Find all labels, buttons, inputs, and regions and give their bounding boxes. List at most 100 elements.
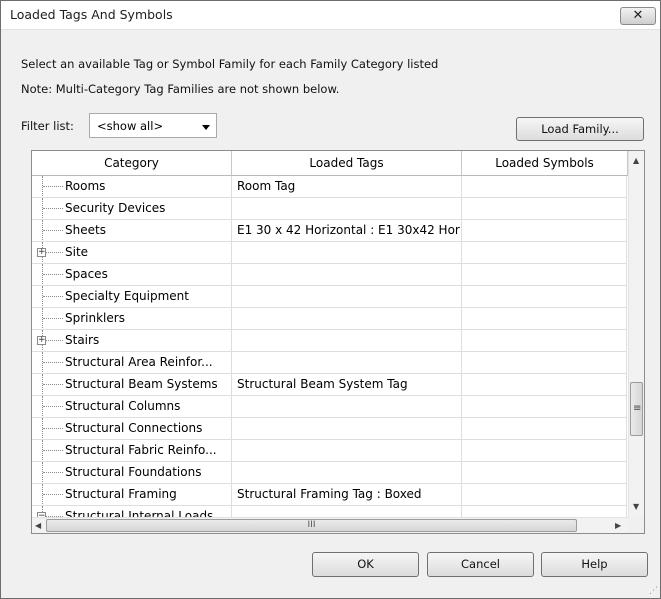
loaded-tags-cell[interactable] bbox=[232, 286, 462, 307]
ok-button[interactable]: OK bbox=[312, 552, 419, 577]
help-label: Help bbox=[581, 557, 608, 571]
category-label: Specialty Equipment bbox=[65, 289, 189, 303]
category-table: Category Loaded Tags Loaded Symbols Room… bbox=[31, 150, 645, 534]
loaded-symbols-cell[interactable] bbox=[462, 176, 627, 197]
dialog-title: Loaded Tags And Symbols bbox=[10, 7, 173, 22]
loaded-tags-cell[interactable] bbox=[232, 242, 462, 263]
loaded-tags-cell[interactable] bbox=[232, 308, 462, 329]
category-cell[interactable]: + Stairs bbox=[32, 330, 232, 351]
loaded-tags-cell[interactable]: Structural Framing Tag : Boxed bbox=[232, 484, 462, 505]
category-label: Spaces bbox=[65, 267, 108, 281]
loaded-symbols-cell[interactable] bbox=[462, 308, 627, 329]
table-row[interactable]: + Site bbox=[32, 242, 627, 264]
horizontal-scrollbar[interactable]: ◀ III ▶ bbox=[32, 517, 628, 533]
category-cell[interactable]: Structural Columns bbox=[32, 396, 232, 417]
loaded-symbols-cell[interactable] bbox=[462, 220, 627, 241]
loaded-symbols-cell[interactable] bbox=[462, 462, 627, 483]
loaded-tags-cell[interactable] bbox=[232, 440, 462, 461]
loaded-tags-cell[interactable] bbox=[232, 330, 462, 351]
table-row[interactable]: Security Devices bbox=[32, 198, 627, 220]
loaded-tags-cell[interactable] bbox=[232, 418, 462, 439]
vertical-scrollbar[interactable]: ▲ ≡ ▼ bbox=[628, 151, 644, 517]
tree-branch bbox=[43, 186, 63, 187]
category-label: Security Devices bbox=[65, 201, 166, 215]
category-cell[interactable]: + Site bbox=[32, 242, 232, 263]
loaded-symbols-cell[interactable] bbox=[462, 198, 627, 219]
loaded-symbols-cell[interactable] bbox=[462, 418, 627, 439]
loaded-symbols-cell[interactable] bbox=[462, 484, 627, 505]
category-cell[interactable]: Structural Foundations bbox=[32, 462, 232, 483]
loaded-tags-cell[interactable] bbox=[232, 198, 462, 219]
category-cell[interactable]: Rooms bbox=[32, 176, 232, 197]
table-row[interactable]: Structural Connections bbox=[32, 418, 627, 440]
table-row[interactable]: Structural Foundations bbox=[32, 462, 627, 484]
category-cell[interactable]: Sheets bbox=[32, 220, 232, 241]
category-cell[interactable]: Structural Area Reinfor... bbox=[32, 352, 232, 373]
category-label: Sprinklers bbox=[65, 311, 125, 325]
cancel-label: Cancel bbox=[461, 557, 500, 571]
horizontal-scroll-thumb[interactable]: III bbox=[46, 519, 577, 532]
table-row[interactable]: + Stairs bbox=[32, 330, 627, 352]
table-row[interactable]: Structural Fabric Reinfo... bbox=[32, 440, 627, 462]
table-row[interactable]: Structural Beam Systems Structural Beam S… bbox=[32, 374, 627, 396]
table-row[interactable]: Sprinklers bbox=[32, 308, 627, 330]
load-family-button[interactable]: Load Family... bbox=[516, 117, 644, 141]
tree-branch bbox=[43, 318, 63, 319]
table-row[interactable]: Structural Area Reinfor... bbox=[32, 352, 627, 374]
expand-icon[interactable]: + bbox=[37, 248, 46, 257]
tree-branch bbox=[43, 208, 63, 209]
tree-branch bbox=[43, 384, 63, 385]
loaded-tags-cell[interactable] bbox=[232, 352, 462, 373]
column-header-category[interactable]: Category bbox=[32, 151, 232, 176]
loaded-tags-cell[interactable] bbox=[232, 264, 462, 285]
table-row[interactable]: Sheets E1 30 x 42 Horizontal : E1 30x42 H… bbox=[32, 220, 627, 242]
vertical-scroll-thumb[interactable]: ≡ bbox=[630, 382, 643, 436]
category-label: Structural Area Reinfor... bbox=[65, 355, 213, 369]
loaded-tags-cell[interactable]: Room Tag bbox=[232, 176, 462, 197]
loaded-symbols-cell[interactable] bbox=[462, 440, 627, 461]
loaded-symbols-cell[interactable] bbox=[462, 396, 627, 417]
category-cell[interactable]: Structural Beam Systems bbox=[32, 374, 232, 395]
loaded-tags-cell[interactable]: Structural Beam System Tag bbox=[232, 374, 462, 395]
table-row[interactable]: Specialty Equipment bbox=[32, 286, 627, 308]
category-label: Structural Columns bbox=[65, 399, 181, 413]
category-cell[interactable]: Security Devices bbox=[32, 198, 232, 219]
category-cell[interactable]: Spaces bbox=[32, 264, 232, 285]
scroll-up-icon[interactable]: ▲ bbox=[633, 156, 639, 165]
category-cell[interactable]: Structural Connections bbox=[32, 418, 232, 439]
cancel-button[interactable]: Cancel bbox=[427, 552, 534, 577]
scrollbar-corner bbox=[628, 517, 644, 533]
loaded-symbols-cell[interactable] bbox=[462, 264, 627, 285]
category-cell[interactable]: Structural Framing bbox=[32, 484, 232, 505]
loaded-tags-cell[interactable] bbox=[232, 396, 462, 417]
loaded-symbols-cell[interactable] bbox=[462, 330, 627, 351]
table-row[interactable]: Structural Columns bbox=[32, 396, 627, 418]
loaded-tags-cell[interactable]: E1 30 x 42 Horizontal : E1 30x42 Hor bbox=[232, 220, 462, 241]
loaded-symbols-cell[interactable] bbox=[462, 374, 627, 395]
column-header-loaded-tags[interactable]: Loaded Tags bbox=[232, 151, 462, 176]
filter-value: <show all> bbox=[97, 119, 164, 133]
tree-branch bbox=[43, 450, 63, 451]
scroll-left-icon[interactable]: ◀ bbox=[35, 521, 41, 530]
tree-branch bbox=[43, 494, 63, 495]
help-button[interactable]: Help bbox=[541, 552, 648, 577]
loaded-symbols-cell[interactable] bbox=[462, 286, 627, 307]
category-cell[interactable]: Specialty Equipment bbox=[32, 286, 232, 307]
table-row[interactable]: Spaces bbox=[32, 264, 627, 286]
tree-branch bbox=[43, 296, 63, 297]
category-label: Site bbox=[65, 245, 89, 259]
loaded-symbols-cell[interactable] bbox=[462, 242, 627, 263]
column-header-loaded-symbols[interactable]: Loaded Symbols bbox=[462, 151, 628, 176]
loaded-symbols-cell[interactable] bbox=[462, 352, 627, 373]
category-cell[interactable]: Structural Fabric Reinfo... bbox=[32, 440, 232, 461]
scroll-right-icon[interactable]: ▶ bbox=[615, 521, 621, 530]
resize-grip-icon[interactable]: ⋰ bbox=[649, 586, 658, 596]
category-cell[interactable]: Sprinklers bbox=[32, 308, 232, 329]
table-row[interactable]: Structural Framing Structural Framing Tag… bbox=[32, 484, 627, 506]
close-button[interactable]: ✕ bbox=[620, 7, 656, 25]
expand-icon[interactable]: + bbox=[37, 336, 46, 345]
table-row[interactable]: Rooms Room Tag bbox=[32, 176, 627, 198]
filter-list-dropdown[interactable]: <show all> bbox=[89, 113, 217, 138]
loaded-tags-cell[interactable] bbox=[232, 462, 462, 483]
scroll-down-icon[interactable]: ▼ bbox=[633, 502, 639, 511]
